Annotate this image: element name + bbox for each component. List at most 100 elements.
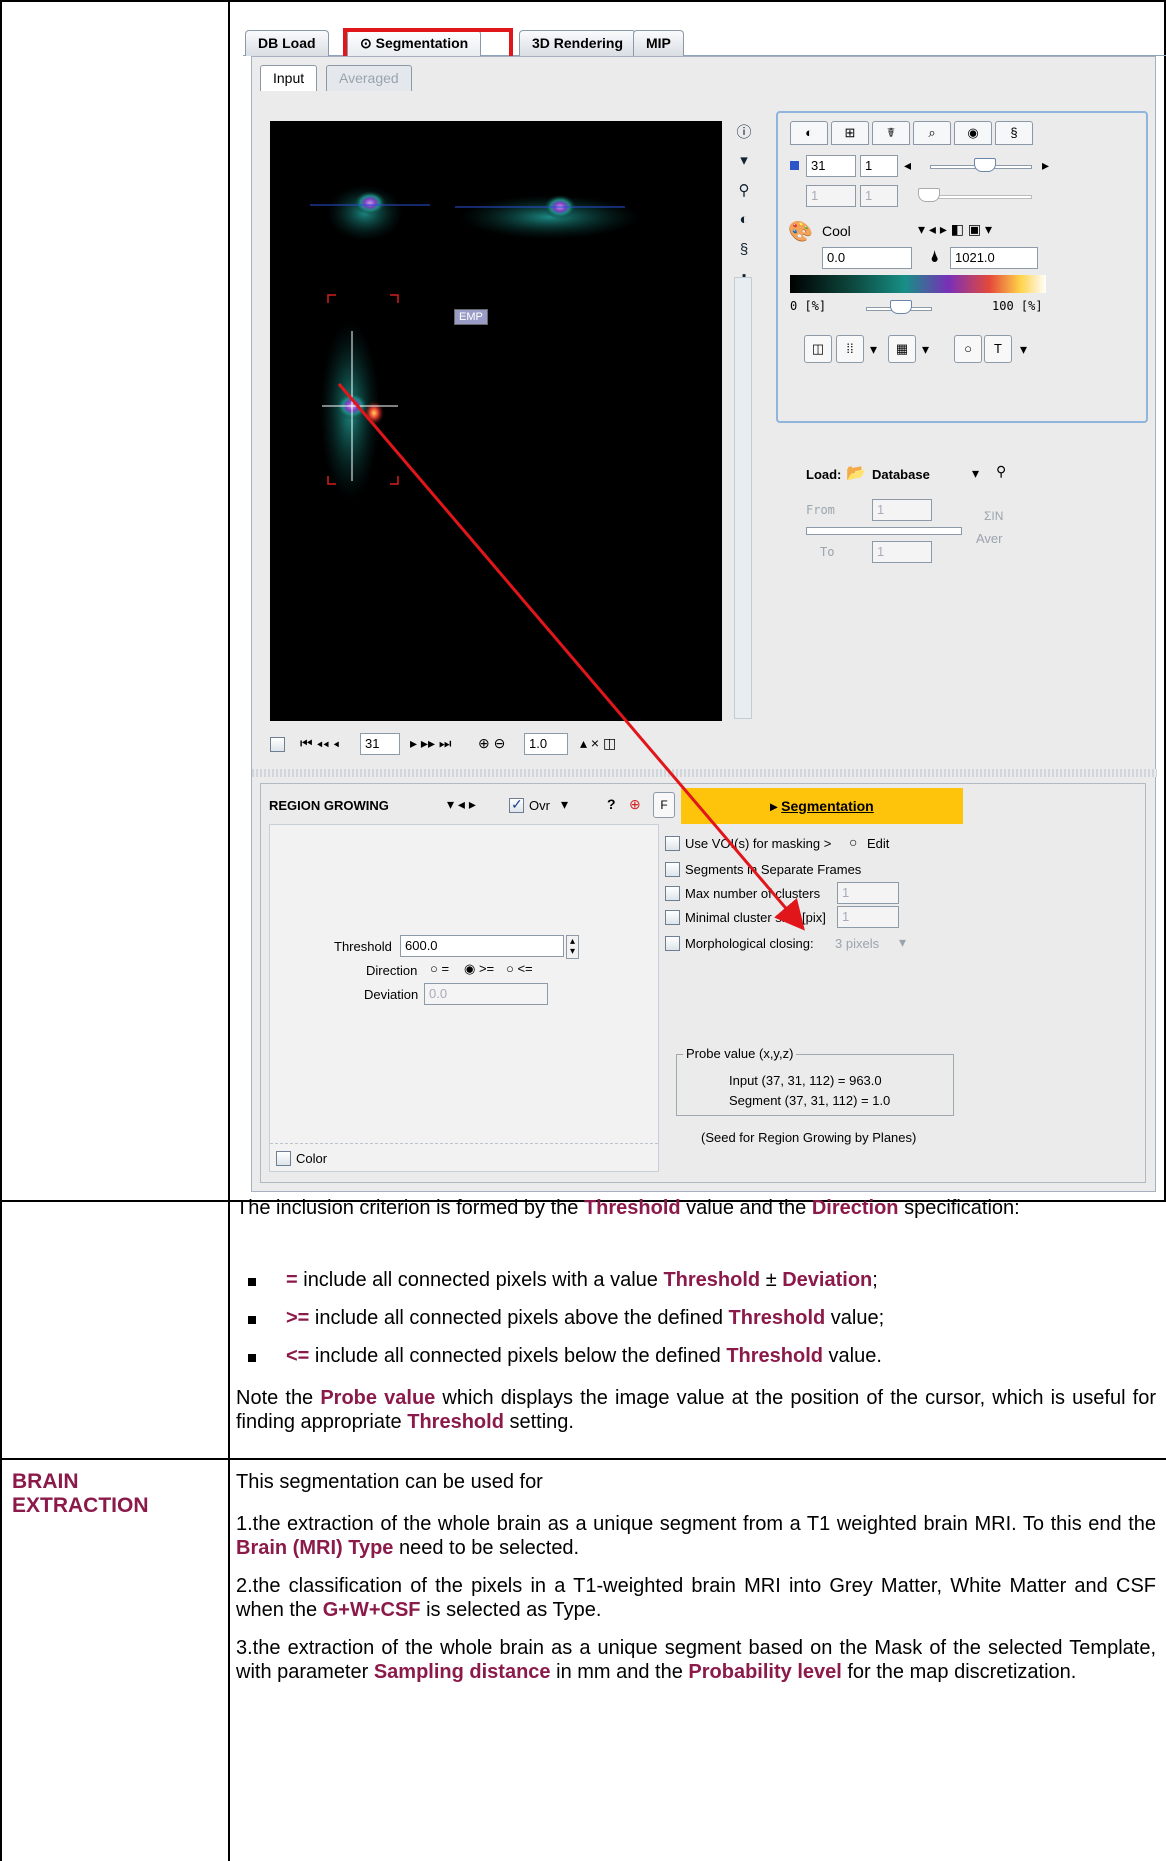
slice-input[interactable]: 31 xyxy=(806,155,856,177)
run-icon: ▸ xyxy=(770,798,782,814)
separate-frames-label: Segments in Separate Frames xyxy=(685,862,862,877)
broadcast-tab-icon[interactable]: ◉ xyxy=(954,121,992,145)
seed-note: (Seed for Region Growing by Planes) xyxy=(701,1130,917,1145)
text-button[interactable]: T xyxy=(984,335,1012,363)
threshold-spinner-icon[interactable]: ▴ ▾ xyxy=(566,935,580,959)
threshold-drop-icon[interactable]: 🌢 xyxy=(930,249,940,267)
info-icon[interactable]: ⓘ xyxy=(732,121,756,145)
chart-tab-icon[interactable]: ⌕ xyxy=(913,121,951,145)
min-cluster-size-label: Minimal cluster size [pix] xyxy=(685,910,826,925)
deviation-label: Deviation xyxy=(364,987,419,1002)
first-slice-icon[interactable]: ⏮ ◂◂ ◂ xyxy=(300,735,339,752)
edit-label[interactable]: Edit xyxy=(867,836,889,851)
slice-slider-knob[interactable] xyxy=(974,158,996,172)
grid-tab-icon[interactable]: ⊞ xyxy=(831,121,869,145)
figure-tab-icon[interactable]: § xyxy=(995,121,1033,145)
grid-button[interactable]: ▦ xyxy=(888,335,916,363)
method-select[interactable]: REGION GROWING xyxy=(269,798,389,813)
direction-eq-radio[interactable]: ○ = xyxy=(430,961,449,976)
tab-db-load[interactable]: DB Load xyxy=(245,30,329,56)
palette-icon[interactable]: 🎨 xyxy=(788,219,813,244)
ovr-label: Ovr xyxy=(529,798,550,813)
min-value-input[interactable]: 0.0 xyxy=(822,247,912,269)
segmentation-panel: REGION GROWING ▾ ◂ ▸ Ovr ▾ ? ⊕ F ▸ Segme… xyxy=(260,783,1146,1183)
sync-checkbox[interactable] xyxy=(270,737,285,752)
inclusion-intro: The inclusion criterion is formed by the… xyxy=(236,1197,1020,1219)
ovr-dropdown-icon[interactable]: ▾ xyxy=(561,796,568,813)
to-input: 1 xyxy=(872,541,932,563)
use-voi-checkbox[interactable] xyxy=(665,836,680,851)
threshold-input[interactable]: 600.0 xyxy=(400,935,564,957)
panel-splitter[interactable] xyxy=(252,769,1157,777)
image-viewer[interactable]: EMP xyxy=(270,121,722,721)
method-dropdown-icon[interactable]: ▾ ◂ ▸ xyxy=(447,796,476,813)
probe-title: Probe value (x,y,z) xyxy=(683,1046,797,1061)
grid-dropdown-icon[interactable]: ▾ xyxy=(922,341,929,358)
pet-image xyxy=(310,185,640,501)
slice-number-input[interactable]: 31 xyxy=(360,733,400,755)
folder-icon: 📂 xyxy=(846,465,866,482)
viewer-scrollbar[interactable] xyxy=(734,277,752,719)
frame-input-disabled: 1 xyxy=(860,185,898,207)
max-clusters-input: 1 xyxy=(837,882,899,904)
load-area: Load: 📂 Database ▾ ⚲ From 1 To 1 ΣIN Ave… xyxy=(776,457,1148,607)
max-value-input[interactable]: 1021.0 xyxy=(950,247,1038,269)
tab-mip[interactable]: MIP xyxy=(633,30,684,56)
max-clusters-checkbox[interactable] xyxy=(665,886,680,901)
target-icon[interactable]: ⊕ xyxy=(629,796,641,813)
brain-point-2: 2.the classification of the pixels in a … xyxy=(236,1575,1156,1621)
contrast-icon[interactable]: ◐ xyxy=(732,211,756,235)
pin-icon[interactable]: ⚲ xyxy=(996,463,1006,480)
load-dropdown-icon[interactable]: ▾ xyxy=(972,465,979,482)
morph-dropdown-icon: ▾ xyxy=(899,934,907,950)
segmentation-button[interactable]: ▸ Segmentation xyxy=(681,788,963,824)
colormap-dropdown-icon[interactable]: ▾ ◂ ▸ ◧ ▣ ▾ xyxy=(918,221,992,238)
color-bar[interactable] xyxy=(790,275,1046,293)
tab-averaged[interactable]: Averaged xyxy=(326,65,412,91)
color-checkbox[interactable] xyxy=(276,1151,291,1166)
load-label: Load: xyxy=(806,467,842,482)
circle-button[interactable]: ○ xyxy=(954,335,982,363)
contrast-tab-icon[interactable]: ◐ xyxy=(790,121,828,145)
range-slider xyxy=(806,527,962,535)
next-slice-icon[interactable]: ▸ xyxy=(1042,157,1049,174)
morph-closing-checkbox[interactable] xyxy=(665,936,680,951)
pct-slider-knob[interactable] xyxy=(890,300,912,314)
layout-dropdown-icon[interactable]: ▾ xyxy=(870,341,877,358)
ovr-checkbox[interactable] xyxy=(509,796,524,813)
use-voi-label: Use VOI(s) for masking > xyxy=(685,836,832,851)
separate-frames-checkbox[interactable] xyxy=(665,862,680,877)
tab-3d-rendering[interactable]: 3D Rendering xyxy=(519,30,637,56)
edit-icon[interactable]: ○ xyxy=(849,834,857,850)
layout-icon[interactable]: ⚲ xyxy=(732,181,756,205)
threshold-label: Threshold xyxy=(334,939,392,954)
frame-slider xyxy=(930,195,1032,199)
morph-closing-value: 3 pixels xyxy=(835,936,880,951)
help-icon[interactable]: ? xyxy=(607,796,616,812)
min-cluster-size-checkbox[interactable] xyxy=(665,910,680,925)
max-clusters-label: Max number of clusters xyxy=(685,886,821,901)
f-button[interactable]: F xyxy=(653,792,675,818)
frame-input[interactable]: 1 xyxy=(860,155,898,177)
fusion-button[interactable]: ◫ xyxy=(804,335,832,363)
direction-le-radio[interactable]: ○ <= xyxy=(506,961,533,976)
brain-label-line-1: BRAIN xyxy=(12,1470,79,1493)
person-tab-icon[interactable]: ☤ xyxy=(872,121,910,145)
dropdown-icon[interactable]: ▾ xyxy=(732,151,756,175)
layout-button[interactable]: ⁞⁞ xyxy=(836,335,864,363)
prev-slice-icon[interactable]: ◂ xyxy=(904,157,911,174)
direction-ge-radio[interactable]: ◉ >= xyxy=(464,961,494,977)
bullet-less: <= include all connected pixels below th… xyxy=(286,1345,882,1367)
brain-point-1: 1.the extraction of the whole brain as a… xyxy=(236,1513,1156,1559)
figure-icon[interactable]: § xyxy=(732,241,756,265)
zoom-icon[interactable]: ⊕ ⊖ xyxy=(478,735,505,752)
bullet-icon xyxy=(248,1278,256,1286)
tab-input[interactable]: Input xyxy=(260,65,318,91)
load-source[interactable]: Database xyxy=(872,467,930,482)
zoom-controls-icon[interactable]: ▴ × ◫ xyxy=(580,735,616,752)
segmentation-button-label: Segmentation xyxy=(781,798,874,814)
colormap-name[interactable]: Cool xyxy=(822,223,851,239)
last-slice-icon[interactable]: ▸ ▸▸ ⏭ xyxy=(410,735,451,752)
zoom-input[interactable]: 1.0 xyxy=(524,733,568,755)
text-dropdown-icon[interactable]: ▾ xyxy=(1020,341,1027,358)
